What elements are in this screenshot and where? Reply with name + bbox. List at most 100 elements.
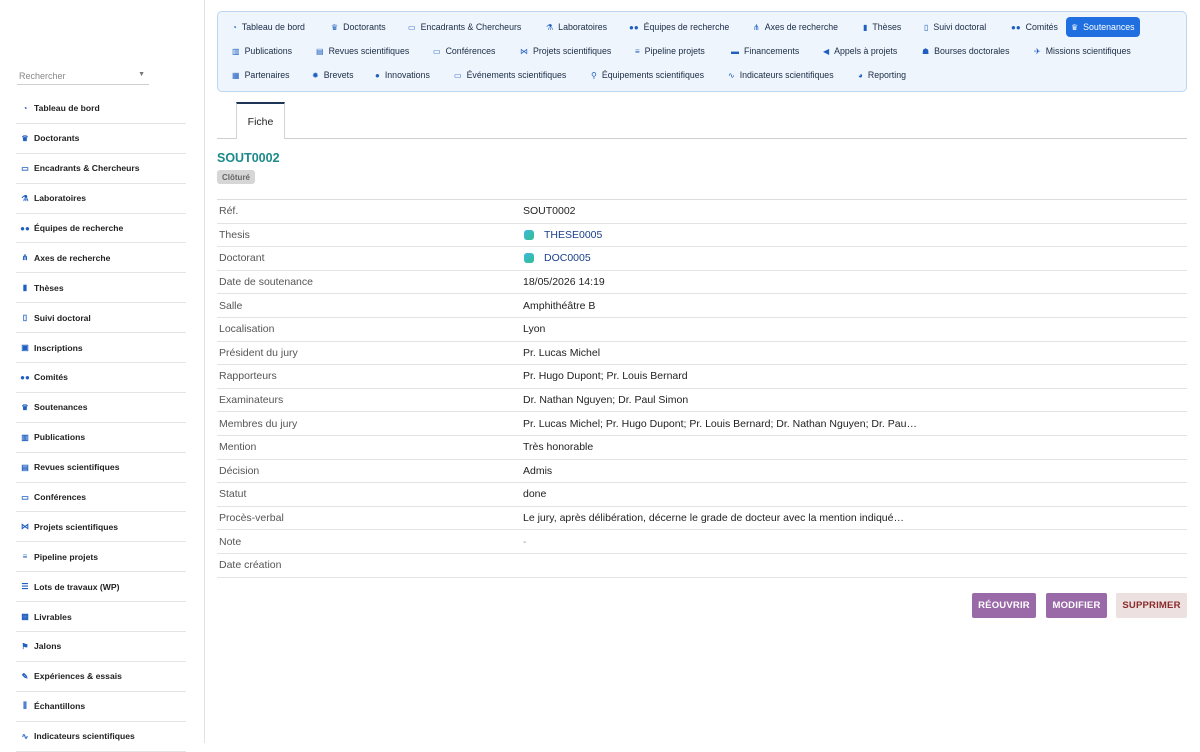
sidebar-menu: ◔ Tableau de bord ♛ Doctorants ▭ Encadrants &…: [16, 94, 186, 752]
sitemap-icon: ⋔: [753, 22, 760, 32]
sidebar-item[interactable]: ▮ Thèses: [16, 273, 186, 304]
topnav-item[interactable]: ⋔ Axes de recherche: [748, 17, 843, 37]
table-row: Mention Très honorable: [217, 436, 1187, 460]
open-book-icon: ▥: [21, 432, 29, 442]
topnav-item-label: Doctorants: [343, 22, 386, 32]
topnav-item-label: Publications: [244, 46, 292, 56]
field-value-text: Pr. Hugo Dupont; Pr. Louis Bernard: [523, 370, 688, 383]
topnav-item[interactable]: ▭ Encadrants & Chercheurs: [403, 17, 526, 37]
field-value: Pr. Hugo Dupont; Pr. Louis Bernard: [523, 370, 1187, 382]
field-label: Examinateurs: [219, 394, 284, 407]
sidebar-item[interactable]: ●● Comités: [16, 363, 186, 393]
edit-button[interactable]: MODIFIER: [1046, 593, 1107, 618]
vials-icon: ⫼: [23, 701, 27, 711]
sidebar-item-label: Équipes de recherche: [34, 223, 124, 233]
topnav-item[interactable]: ◔ Tableau de bord: [227, 17, 310, 37]
search-select[interactable]: Rechercher ▼: [17, 67, 149, 85]
table-row: Président du jury Pr. Lucas Michel: [217, 342, 1187, 366]
sidebar: Rechercher ▼ ◔ Tableau de bord ♛ Doctorants…: [0, 0, 205, 752]
sidebar-item[interactable]: ⚗ Laboratoires: [16, 184, 186, 214]
page-title: SOUT0002: [217, 151, 280, 165]
chalkboard-icon: ▭: [21, 492, 29, 502]
id-card-icon: ▣: [21, 343, 29, 353]
topnav-item[interactable]: ●● Équipes de recherche: [624, 17, 734, 37]
sidebar-item[interactable]: ▩ Livrables: [16, 602, 186, 633]
table-row: Membres du jury Pr. Lucas Michel; Pr. Hug…: [217, 412, 1187, 436]
sidebar-item[interactable]: ✎ Expériences & essais: [16, 662, 186, 692]
reopen-button[interactable]: RÉOUVRIR: [972, 593, 1036, 618]
tab-fiche[interactable]: Fiche: [236, 102, 285, 139]
sidebar-item[interactable]: ⚑ Jalons: [16, 632, 186, 662]
topnav-item[interactable]: ▭ Conférences: [428, 41, 500, 61]
topnav-item[interactable]: ⋈ Projets scientifiques: [515, 41, 616, 61]
plane-icon: ✈: [1034, 46, 1041, 56]
sidebar-item[interactable]: ♛ Doctorants: [16, 124, 186, 154]
field-value-text: THESE0005: [544, 228, 603, 241]
sidebar-item[interactable]: ∿ Indicateurs scientifiques: [16, 722, 186, 752]
sidebar-item[interactable]: ♛ Soutenances: [16, 393, 186, 423]
sidebar-item[interactable]: ☰ Lots de travaux (WP): [16, 572, 186, 603]
search-placeholder: Rechercher: [19, 71, 66, 81]
topnav-item[interactable]: ▯ Suivi doctoral: [919, 17, 991, 37]
topnav-item[interactable]: ☗ Bourses doctorales: [917, 41, 1014, 61]
field-value: Pr. Lucas Michel; Pr. Hugo Dupont; Pr. L…: [523, 418, 1187, 430]
teacher-icon: ▭: [408, 22, 416, 32]
topnav-item[interactable]: ∿ Indicateurs scientifiques: [723, 65, 839, 85]
field-link[interactable]: THESE0005: [523, 229, 1187, 241]
record-link-icon: [524, 229, 534, 240]
users-icon: ●●: [1011, 22, 1021, 32]
topnav-item[interactable]: ♛ Soutenances: [1066, 17, 1140, 37]
topnav-item[interactable]: ◕ Reporting: [853, 65, 911, 85]
field-value: Lyon: [523, 323, 1187, 335]
sidebar-item[interactable]: ⫼ Échantillons: [16, 692, 186, 722]
sidebar-item[interactable]: ●● Équipes de recherche: [16, 214, 186, 244]
field-link[interactable]: DOC0005: [523, 252, 1187, 264]
field-value-text: -: [523, 535, 527, 548]
topnav-item-label: Innovations: [384, 70, 430, 80]
users-icon: ●●: [629, 22, 639, 32]
delete-button[interactable]: SUPPRIMER: [1116, 593, 1187, 618]
sidebar-item[interactable]: ▭ Encadrants & Chercheurs: [16, 154, 186, 184]
topnav-item[interactable]: ▤ Revues scientifiques: [311, 41, 414, 61]
table-row: Date création: [217, 554, 1187, 578]
field-value-text: SOUT0002: [523, 205, 576, 218]
topnav-item[interactable]: ⚲ Équipements scientifiques: [586, 65, 709, 85]
field-value-text: Le jury, après délibération, décerne le …: [523, 512, 904, 525]
topnav-item[interactable]: ⚗ Laboratoires: [541, 17, 612, 37]
topnav-item[interactable]: ▬ Financements: [726, 41, 804, 61]
sidebar-item[interactable]: ▥ Publications: [16, 423, 186, 453]
chevron-down-icon[interactable]: ▼: [138, 71, 145, 78]
newspaper-icon: ▤: [21, 462, 29, 472]
field-label: Rapporteurs: [219, 370, 277, 383]
topnav-item[interactable]: ▦ Partenaires: [227, 65, 295, 85]
field-label: Localisation: [219, 323, 275, 336]
sidebar-item[interactable]: ⋈ Projets scientifiques: [16, 512, 186, 543]
topnav-item[interactable]: ◀ Appels à projets: [818, 41, 902, 61]
topnav-item[interactable]: ✈ Missions scientifiques: [1029, 41, 1136, 61]
topnav-item[interactable]: ●● Comités: [1006, 17, 1063, 37]
topnav-item[interactable]: ≡ Pipeline projets: [630, 41, 710, 61]
sidebar-item[interactable]: ≡ Pipeline projets: [16, 542, 186, 573]
topnav-item[interactable]: ▮ Thèses: [858, 17, 906, 37]
bullhorn-icon: ◀: [823, 46, 830, 56]
topnav-item[interactable]: ♛ Doctorants: [326, 17, 391, 37]
chart-pie-icon: ◕: [858, 70, 863, 80]
table-row: Procès-verbal Le jury, après délibération…: [217, 507, 1187, 531]
sidebar-item[interactable]: ▤ Revues scientifiques: [16, 453, 186, 483]
topnav-item[interactable]: ▭ Événements scientifiques: [449, 65, 571, 85]
sidebar-item-label: Publications: [34, 432, 86, 443]
field-value-text: Lyon: [523, 323, 546, 336]
topnav-item-label: Financements: [744, 46, 800, 56]
field-value: Amphithéâtre B: [523, 300, 1187, 312]
table-row: Examinateurs Dr. Nathan Nguyen; Dr. Paul …: [217, 389, 1187, 413]
sidebar-item[interactable]: ◔ Tableau de bord: [16, 94, 186, 124]
field-value: Pr. Lucas Michel: [523, 347, 1187, 359]
topnav-item[interactable]: ✹ Brevets: [307, 65, 359, 85]
topnav-item[interactable]: ● Innovations: [370, 65, 435, 85]
sidebar-item[interactable]: ▯ Suivi doctoral: [16, 303, 186, 334]
topnav-item[interactable]: ▥ Publications: [227, 41, 297, 61]
sidebar-item-label: Jalons: [34, 641, 62, 652]
sidebar-item[interactable]: ▭ Conférences: [16, 483, 186, 513]
sidebar-item[interactable]: ⋔ Axes de recherche: [16, 243, 186, 274]
sidebar-item[interactable]: ▣ Inscriptions: [16, 333, 186, 364]
